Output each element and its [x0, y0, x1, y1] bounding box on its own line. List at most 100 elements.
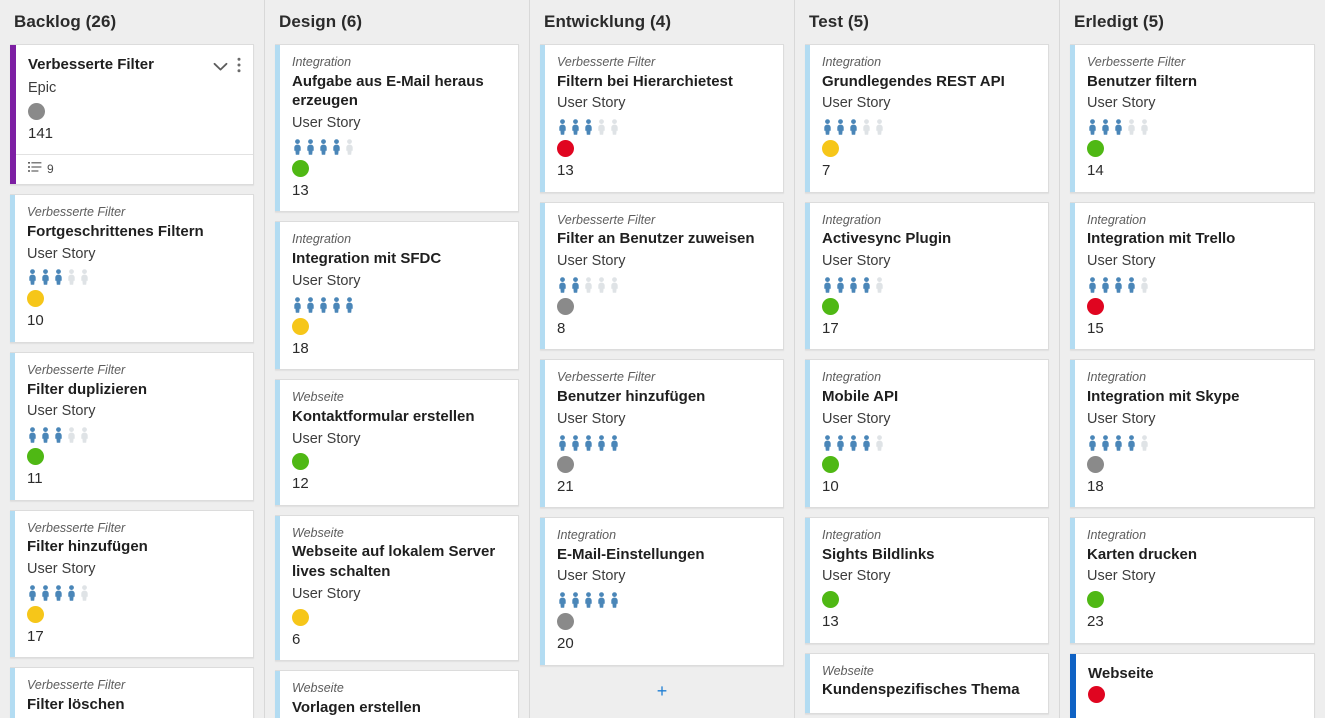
card-status-dot-green: [292, 453, 309, 471]
story-card[interactable]: Verbesserte Filter Filtern bei Hierarchie…: [540, 44, 784, 193]
story-card[interactable]: Verbesserte Filter Filter duplizieren User…: [10, 351, 254, 501]
card-status-dot-gray: [557, 613, 574, 631]
card-content: Verbesserte Filter Filter löschen: [15, 668, 253, 718]
epic-child-count: 9: [47, 162, 54, 177]
story-card[interactable]: Webseite Vorlagen erstellen: [275, 670, 519, 718]
card-points: 17: [822, 319, 839, 337]
person-icon: [848, 277, 859, 293]
card-epic-label: Integration: [292, 55, 352, 69]
person-icon: [570, 592, 581, 608]
person-icon: [27, 584, 38, 601]
card-title: Filter an Benutzer zuweisen: [557, 230, 755, 248]
person-icon: [848, 119, 859, 135]
story-card[interactable]: Webseite Kontaktformular erstellen User St…: [275, 379, 519, 506]
person-icon: [596, 592, 607, 608]
story-card[interactable]: Integration Integration mit Trello User St…: [1070, 201, 1315, 351]
card-status-dot-gray: [1087, 455, 1104, 473]
card-epic-label: Integration: [292, 232, 352, 247]
epic-card-footer[interactable]: 9: [16, 154, 253, 184]
card-title: Benutzer filtern: [1087, 72, 1198, 90]
column-body-backlog: Verbesserte Filter Epic 141 9 Verbesserte Fi…: [0, 44, 264, 718]
person-icon: [596, 434, 607, 451]
card-person-rating: [27, 426, 241, 444]
card-epic-label: Integration: [1087, 370, 1147, 385]
person-icon: [609, 434, 620, 451]
card-type-label: User Story: [292, 115, 361, 132]
story-card[interactable]: Verbesserte Filter Filter löschen: [10, 667, 254, 718]
epic-card[interactable]: Verbesserte Filter Epic 141 9: [10, 44, 254, 186]
card-type-label: User Story: [27, 403, 96, 420]
card-points: 20: [557, 635, 574, 653]
person-icon: [1100, 277, 1111, 293]
card-content: Webseite Kontaktformular erstellen User St…: [280, 380, 518, 505]
add-card-button[interactable]: +: [540, 675, 784, 704]
card-type-label: User Story: [1087, 410, 1156, 427]
story-card[interactable]: Integration E-Mail-Einstellungen User Stor…: [540, 517, 784, 666]
story-card[interactable]: Integration Integration mit Skype User Sto…: [1070, 359, 1315, 509]
story-card[interactable]: Integration Mobile API User Story 10: [805, 359, 1049, 509]
person-icon: [583, 277, 594, 293]
person-icon: [27, 269, 38, 286]
card-points: 7: [822, 162, 831, 180]
kanban-board: Backlog (26) Verbesserte Filter Epic 141 9 Ve…: [0, 0, 1325, 718]
column-body-design: Integration Aufgabe aus E-Mail heraus erz…: [265, 44, 529, 718]
card-type-label: User Story: [292, 586, 361, 603]
card-person-rating: [822, 434, 1036, 452]
chevron-down-icon[interactable]: [213, 59, 228, 77]
card-title: Webseite: [1088, 664, 1154, 682]
story-card[interactable]: Verbesserte Filter Fortgeschrittenes Filt…: [10, 194, 254, 343]
card-type-label: User Story: [292, 272, 361, 289]
person-icon: [557, 119, 568, 135]
person-icon: [596, 119, 607, 135]
story-card[interactable]: Webseite Webseite auf lokalem Server live…: [275, 514, 519, 662]
person-icon: [292, 296, 303, 313]
card-type-label: User Story: [27, 245, 96, 262]
person-icon: [1126, 434, 1137, 451]
story-card[interactable]: Verbesserte Filter Filter an Benutzer zuw…: [540, 201, 784, 351]
card-type-label: Epic: [28, 80, 57, 96]
story-card[interactable]: Integration Sights Bildlinks User Story 13: [805, 517, 1049, 644]
story-card[interactable]: Verbesserte Filter Filter hinzufügen User …: [10, 509, 254, 659]
card-type-label: User Story: [557, 410, 626, 427]
story-card[interactable]: Integration Karten drucken User Story 23: [1070, 517, 1315, 644]
person-icon: [583, 434, 594, 451]
card-points: 141: [28, 124, 54, 142]
story-card[interactable]: Integration Aufgabe aus E-Mail heraus erz…: [275, 44, 519, 213]
card-content: Verbesserte Filter Fortgeschrittenes Filt…: [15, 195, 253, 342]
card-epic-label: Verbesserte Filter: [1087, 55, 1186, 69]
card-type-label: User Story: [292, 430, 361, 447]
card-person-rating: [27, 584, 241, 602]
person-icon: [331, 296, 342, 313]
story-card[interactable]: Integration Activesync Plugin User Story 17: [805, 201, 1049, 351]
person-icon: [822, 434, 833, 451]
card-points: 10: [822, 477, 839, 495]
person-icon: [53, 269, 64, 286]
card-points: 18: [292, 339, 309, 357]
column-title: Erledigt (5): [1074, 12, 1164, 31]
column-title: Entwicklung (4): [544, 12, 672, 31]
story-card[interactable]: Webseite: [1070, 652, 1315, 718]
card-type-label: User Story: [822, 568, 891, 585]
person-icon: [570, 434, 581, 451]
story-card[interactable]: Verbesserte Filter Benutzer hinzufügen Use…: [540, 359, 784, 509]
card-epic-label: Integration: [822, 528, 882, 543]
card-status-dot-red: [1087, 297, 1104, 315]
person-icon: [53, 427, 64, 443]
story-card[interactable]: Integration Grundlegendes REST API User St…: [805, 44, 1049, 193]
person-icon: [609, 592, 620, 608]
story-card[interactable]: Integration Integration mit SFDC User Stor…: [275, 221, 519, 371]
column-header-test: Test (5): [795, 0, 1059, 44]
card-title: Filter duplizieren: [27, 380, 148, 398]
person-icon: [557, 592, 568, 608]
story-card[interactable]: Verbesserte Filter Benutzer filtern User S…: [1070, 44, 1315, 193]
card-epic-label: Verbesserte Filter: [27, 205, 126, 220]
card-points: 21: [557, 477, 574, 495]
more-vertical-icon[interactable]: [237, 57, 241, 78]
card-content: Integration Integration mit Skype User Sto…: [1075, 360, 1314, 507]
person-icon: [835, 119, 846, 135]
card-title: Filtern bei Hierarchietest: [557, 72, 733, 90]
story-card[interactable]: Webseite Kundenspezifisches Thema: [805, 652, 1049, 715]
person-icon: [874, 277, 885, 293]
column-body-erledigt: Verbesserte Filter Benutzer filtern User S…: [1060, 44, 1325, 718]
card-title: Sights Bildlinks: [822, 545, 935, 563]
